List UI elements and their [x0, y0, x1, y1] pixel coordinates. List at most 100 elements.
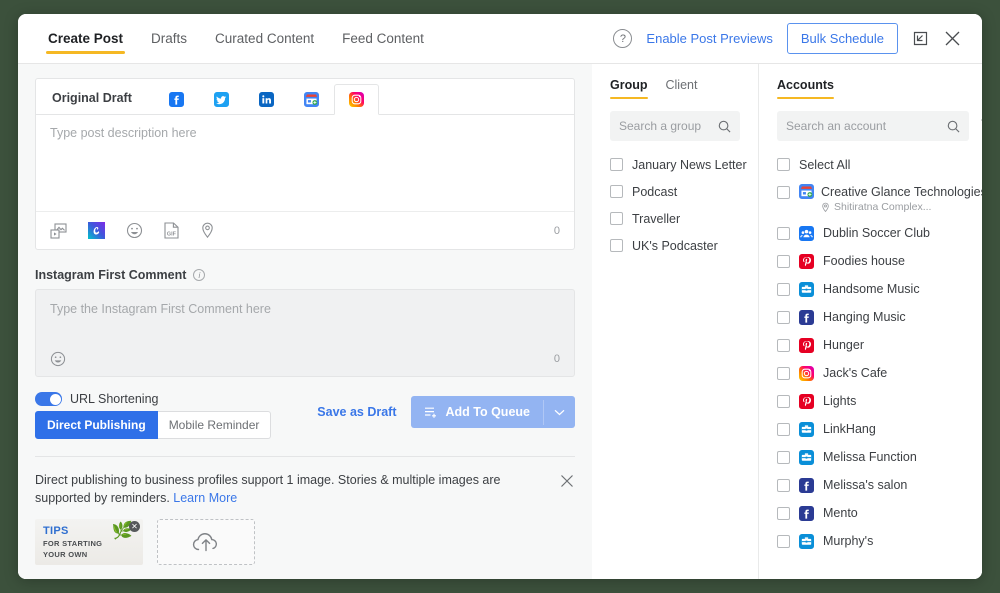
list-item[interactable]: LinkHang: [777, 415, 982, 443]
thumbnail-title: TIPS: [43, 525, 69, 537]
filter-icon[interactable]: [980, 117, 982, 135]
account-checkbox[interactable]: [777, 255, 790, 268]
list-item[interactable]: Murphy's: [777, 527, 982, 555]
media-icon[interactable]: [50, 223, 67, 239]
canva-icon[interactable]: [88, 222, 105, 239]
network-tab-twitter[interactable]: [199, 84, 244, 114]
group-search[interactable]: [610, 111, 740, 141]
list-item[interactable]: Melissa's salon: [777, 471, 982, 499]
account-label: Foodies house: [823, 254, 905, 268]
list-item[interactable]: January News Letter: [610, 151, 758, 178]
list-item[interactable]: Handsome Music: [777, 275, 982, 303]
account-checkbox[interactable]: [777, 535, 790, 548]
list-item[interactable]: Dublin Soccer Club: [777, 219, 982, 247]
direct-publishing-button[interactable]: Direct Publishing: [35, 411, 158, 439]
list-item[interactable]: Podcast: [610, 178, 758, 205]
attached-image-thumbnail[interactable]: 🌿 TIPS FOR STARTING YOUR OWN ✕: [35, 519, 143, 565]
list-item[interactable]: Jack's Cafe: [777, 359, 982, 387]
mobile-reminder-button[interactable]: Mobile Reminder: [158, 411, 272, 439]
network-tab-instagram[interactable]: [334, 84, 379, 115]
account-checkbox[interactable]: [777, 479, 790, 492]
add-to-queue-main[interactable]: Add To Queue: [411, 396, 544, 428]
account-checkbox[interactable]: [777, 451, 790, 464]
list-item[interactable]: UK's Podcaster: [610, 232, 758, 259]
instagram-icon: [799, 366, 814, 381]
account-checkbox[interactable]: [777, 507, 790, 520]
composer-pane: Original Draft: [18, 64, 592, 579]
tab-accounts[interactable]: Accounts: [777, 78, 834, 99]
group-list: January News Letter Podcast Traveller UK…: [610, 151, 758, 259]
upload-dropzone[interactable]: [157, 519, 255, 565]
publish-options-row: URL Shortening Direct Publishing Mobile …: [35, 392, 575, 439]
save-as-draft-button[interactable]: Save as Draft: [317, 405, 396, 419]
search-icon: [718, 120, 731, 133]
gif-icon[interactable]: GIF: [164, 222, 179, 239]
url-shortening-toggle[interactable]: [35, 392, 62, 406]
first-comment-card: Type the Instagram First Comment here 0: [35, 289, 575, 377]
collapse-icon[interactable]: [912, 30, 929, 47]
account-search[interactable]: [777, 111, 969, 141]
tab-group[interactable]: Group: [610, 78, 648, 99]
group-checkbox[interactable]: [610, 239, 623, 252]
remove-icon[interactable]: ✕: [129, 521, 140, 532]
emoji-icon[interactable]: [50, 351, 66, 367]
list-item[interactable]: Lights: [777, 387, 982, 415]
info-icon[interactable]: i: [193, 269, 205, 281]
network-tab-linkedin[interactable]: [244, 84, 289, 114]
network-tab-facebook[interactable]: [154, 84, 199, 114]
enable-post-previews-link[interactable]: Enable Post Previews: [646, 31, 772, 46]
close-icon[interactable]: [559, 471, 575, 489]
account-checkbox[interactable]: [777, 227, 790, 240]
group-client-tabs: Group Client: [610, 78, 758, 99]
group-label: January News Letter: [632, 158, 747, 172]
account-checkbox[interactable]: [777, 186, 790, 199]
account-checkbox[interactable]: [777, 339, 790, 352]
chevron-down-icon[interactable]: [543, 400, 575, 425]
section-label: Instagram First Comment: [35, 268, 186, 282]
account-checkbox[interactable]: [777, 367, 790, 380]
tab-create-post[interactable]: Create Post: [34, 14, 137, 63]
google-business-icon: [304, 92, 319, 107]
account-main: Creative Glance Technologies: [799, 184, 982, 199]
main-tabs: Create Post Drafts Curated Content Feed …: [34, 14, 438, 63]
account-checkbox[interactable]: [777, 283, 790, 296]
select-all-checkbox[interactable]: [777, 158, 790, 171]
group-checkbox[interactable]: [610, 158, 623, 171]
group-checkbox[interactable]: [610, 185, 623, 198]
network-tab-google-business[interactable]: [289, 84, 334, 114]
account-checkbox[interactable]: [777, 395, 790, 408]
add-to-queue-button[interactable]: Add To Queue: [411, 396, 576, 428]
list-item[interactable]: Hanging Music: [777, 303, 982, 331]
list-item[interactable]: Melissa Function: [777, 443, 982, 471]
question-mark-circle-icon[interactable]: ?: [613, 29, 632, 48]
toggle-knob: [50, 394, 61, 405]
close-icon[interactable]: [943, 29, 962, 48]
publishing-notice: Direct publishing to business profiles s…: [35, 471, 575, 507]
tab-curated-content[interactable]: Curated Content: [201, 14, 328, 63]
bulk-schedule-button[interactable]: Bulk Schedule: [787, 23, 898, 54]
account-checkbox[interactable]: [777, 311, 790, 324]
list-item[interactable]: Creative Glance Technologies Shitiratna …: [777, 178, 982, 219]
list-item[interactable]: Foodies house: [777, 247, 982, 275]
list-item[interactable]: Mento: [777, 499, 982, 527]
tab-feed-content[interactable]: Feed Content: [328, 14, 438, 63]
facebook-icon: [799, 478, 814, 493]
tab-client[interactable]: Client: [666, 78, 698, 99]
tab-drafts[interactable]: Drafts: [137, 14, 201, 63]
post-description-input[interactable]: Type post description here: [36, 115, 574, 211]
account-location: Shitiratna Complex...: [821, 201, 982, 213]
learn-more-link[interactable]: Learn More: [173, 491, 237, 505]
first-comment-input[interactable]: Type the Instagram First Comment here: [36, 290, 574, 342]
group-search-input[interactable]: [619, 119, 712, 133]
group-checkbox[interactable]: [610, 212, 623, 225]
account-label: Dublin Soccer Club: [823, 226, 930, 240]
account-search-input[interactable]: [786, 119, 941, 133]
location-icon[interactable]: [200, 222, 215, 239]
select-all-row[interactable]: Select All: [777, 151, 982, 178]
modal-header: Create Post Drafts Curated Content Feed …: [18, 14, 982, 64]
thumbnail-subtitle: FOR STARTING YOUR OWN: [43, 539, 102, 561]
list-item[interactable]: Traveller: [610, 205, 758, 232]
list-item[interactable]: Hunger: [777, 331, 982, 359]
emoji-icon[interactable]: [126, 222, 143, 239]
account-checkbox[interactable]: [777, 423, 790, 436]
